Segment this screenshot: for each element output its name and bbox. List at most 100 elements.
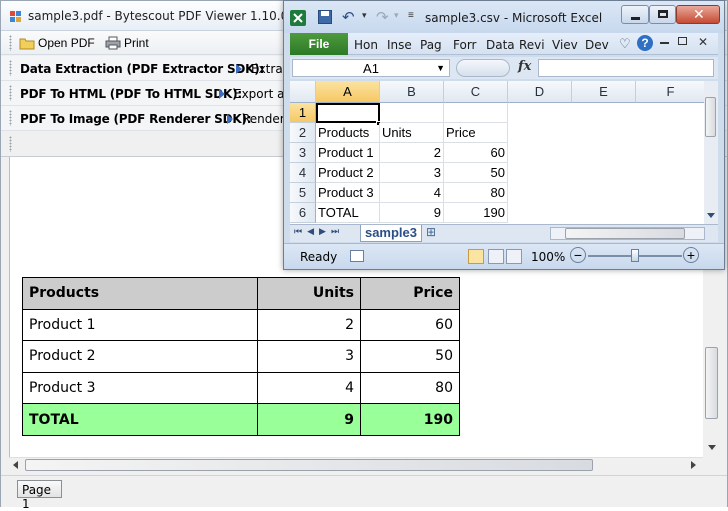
close-icon[interactable]: ✕ — [698, 35, 708, 49]
tab-page-layout[interactable]: Pag — [420, 38, 442, 52]
scroll-down-icon[interactable] — [708, 445, 716, 450]
chevron-down-icon[interactable]: ♡ — [619, 36, 631, 52]
help-icon[interactable]: ? — [637, 35, 653, 51]
column-header-a[interactable]: A — [316, 81, 380, 103]
scroll-thumb[interactable] — [705, 97, 716, 137]
toolbar-grip[interactable] — [9, 60, 12, 76]
cell-a5[interactable]: Product 3 — [316, 183, 380, 203]
column-header-c[interactable]: C — [444, 81, 508, 103]
table-cell: 2 — [257, 308, 361, 342]
formula-input[interactable] — [538, 59, 714, 77]
close-button[interactable]: ✕ — [676, 5, 720, 24]
undo-icon[interactable]: ↶ — [342, 8, 355, 26]
cell-a3[interactable]: Product 1 — [316, 143, 380, 163]
tab-formulas[interactable]: Forr — [453, 38, 476, 52]
row-header-5[interactable]: 5 — [290, 183, 316, 203]
table-cell: Product 1 — [22, 308, 258, 342]
column-header-f[interactable]: F — [636, 81, 704, 103]
toolbar-grip[interactable] — [9, 110, 12, 126]
cell-b3[interactable]: 2 — [380, 143, 444, 163]
toolbar-grip[interactable] — [9, 35, 12, 51]
table-cell: 190 — [360, 403, 460, 436]
page-tabs-bar: Page 1 — [1, 475, 727, 511]
column-header-d[interactable]: D — [508, 81, 572, 103]
play-arrow-icon — [219, 89, 225, 99]
cell-b4[interactable]: 3 — [380, 163, 444, 183]
scroll-thumb[interactable] — [565, 228, 685, 239]
chevron-down-icon[interactable]: ▾ — [362, 10, 367, 21]
column-header-b[interactable]: B — [380, 81, 444, 103]
table-cell: TOTAL — [22, 403, 258, 436]
tab-view[interactable]: Viev — [552, 38, 578, 52]
open-pdf-button[interactable]: Open PDF — [19, 35, 95, 51]
customize-toolbar-icon[interactable]: ≡ — [408, 10, 414, 21]
new-sheet-icon[interactable]: ⊞ — [426, 225, 436, 239]
horizontal-scrollbar[interactable] — [9, 457, 703, 473]
worksheet-grid[interactable]: A B C D E F 1 2 3 4 5 6 Products Units P… — [290, 81, 704, 224]
excel-titlebar[interactable]: ↶ ▾ ↷ ▾ ≡ sample3.csv - Microsoft Excel … — [284, 1, 724, 33]
cell-a4[interactable]: Product 2 — [316, 163, 380, 183]
folder-icon — [19, 38, 35, 50]
cell-c2[interactable]: Price — [444, 123, 508, 143]
tab-review[interactable]: Revi — [519, 38, 545, 52]
maximize-button[interactable] — [649, 5, 676, 24]
cell-c3[interactable]: 60 — [444, 143, 508, 163]
zoom-slider-thumb[interactable] — [631, 249, 639, 262]
zoom-out-icon[interactable]: − — [570, 247, 586, 263]
row-header-6[interactable]: 6 — [290, 203, 316, 223]
tab-insert[interactable]: Inse — [387, 38, 412, 52]
row-header-2[interactable]: 2 — [290, 123, 316, 143]
chevron-down-icon[interactable]: ▾ — [394, 10, 399, 21]
normal-view-icon[interactable] — [468, 249, 484, 264]
page-layout-view-icon[interactable] — [488, 249, 504, 264]
scroll-down-icon[interactable] — [707, 213, 715, 218]
row-header-1[interactable]: 1 — [290, 103, 316, 123]
redo-icon[interactable]: ↷ — [376, 8, 389, 26]
scroll-thumb[interactable] — [25, 459, 593, 471]
scroll-right-icon[interactable] — [691, 461, 696, 469]
file-tab[interactable]: File — [290, 33, 348, 55]
sheet-tab-sample3[interactable]: sample3 — [360, 225, 422, 242]
select-all-corner[interactable] — [290, 81, 316, 103]
name-box[interactable]: A1 ▼ — [292, 59, 450, 77]
column-header-e[interactable]: E — [572, 81, 636, 103]
zoom-in-icon[interactable]: + — [683, 247, 699, 263]
print-button[interactable]: Print — [105, 35, 149, 51]
cell-c1[interactable] — [444, 103, 508, 123]
cell-c6[interactable]: 190 — [444, 203, 508, 223]
vertical-scrollbar[interactable] — [704, 81, 718, 224]
zoom-slider[interactable] — [588, 249, 682, 262]
cell-a6[interactable]: TOTAL — [316, 203, 380, 223]
tab-data[interactable]: Data — [486, 38, 515, 52]
toolbar-grip[interactable] — [9, 136, 12, 152]
sheet-tabs-bar: ⏮◀▶⏭ sample3 ⊞ — [290, 224, 718, 242]
page-break-view-icon[interactable] — [506, 249, 522, 264]
cell-a1[interactable] — [316, 103, 380, 123]
scroll-thumb[interactable] — [705, 347, 718, 419]
horizontal-scrollbar[interactable] — [550, 227, 705, 240]
restore-icon[interactable] — [678, 37, 687, 45]
cell-a2[interactable]: Products — [316, 123, 380, 143]
cell-c5[interactable]: 80 — [444, 183, 508, 203]
cell-b2[interactable]: Units — [380, 123, 444, 143]
save-icon[interactable] — [318, 10, 332, 24]
scroll-left-icon[interactable] — [13, 461, 18, 469]
toolbar-grip[interactable] — [9, 85, 12, 101]
cell-c4[interactable]: 50 — [444, 163, 508, 183]
cell-b5[interactable]: 4 — [380, 183, 444, 203]
cell-b1[interactable] — [380, 103, 444, 123]
sheet-nav-icon[interactable]: ⏮◀▶⏭ — [294, 226, 344, 237]
page-tab[interactable]: Page 1 — [17, 480, 62, 511]
row-header-4[interactable]: 4 — [290, 163, 316, 183]
insert-function-icon[interactable]: fx — [518, 59, 531, 74]
minimize-icon[interactable] — [660, 42, 669, 44]
table-cell: 4 — [257, 371, 361, 405]
zoom-level[interactable]: 100% — [531, 250, 565, 264]
row-header-3[interactable]: 3 — [290, 143, 316, 163]
tab-home[interactable]: Hon — [354, 38, 378, 52]
tab-developer[interactable]: Dev — [585, 38, 609, 52]
minimize-button[interactable] — [621, 5, 649, 24]
sdk-label: PDF To Image (PDF Renderer SDK): — [20, 112, 252, 126]
cell-b6[interactable]: 9 — [380, 203, 444, 223]
macro-record-icon[interactable] — [350, 250, 364, 262]
